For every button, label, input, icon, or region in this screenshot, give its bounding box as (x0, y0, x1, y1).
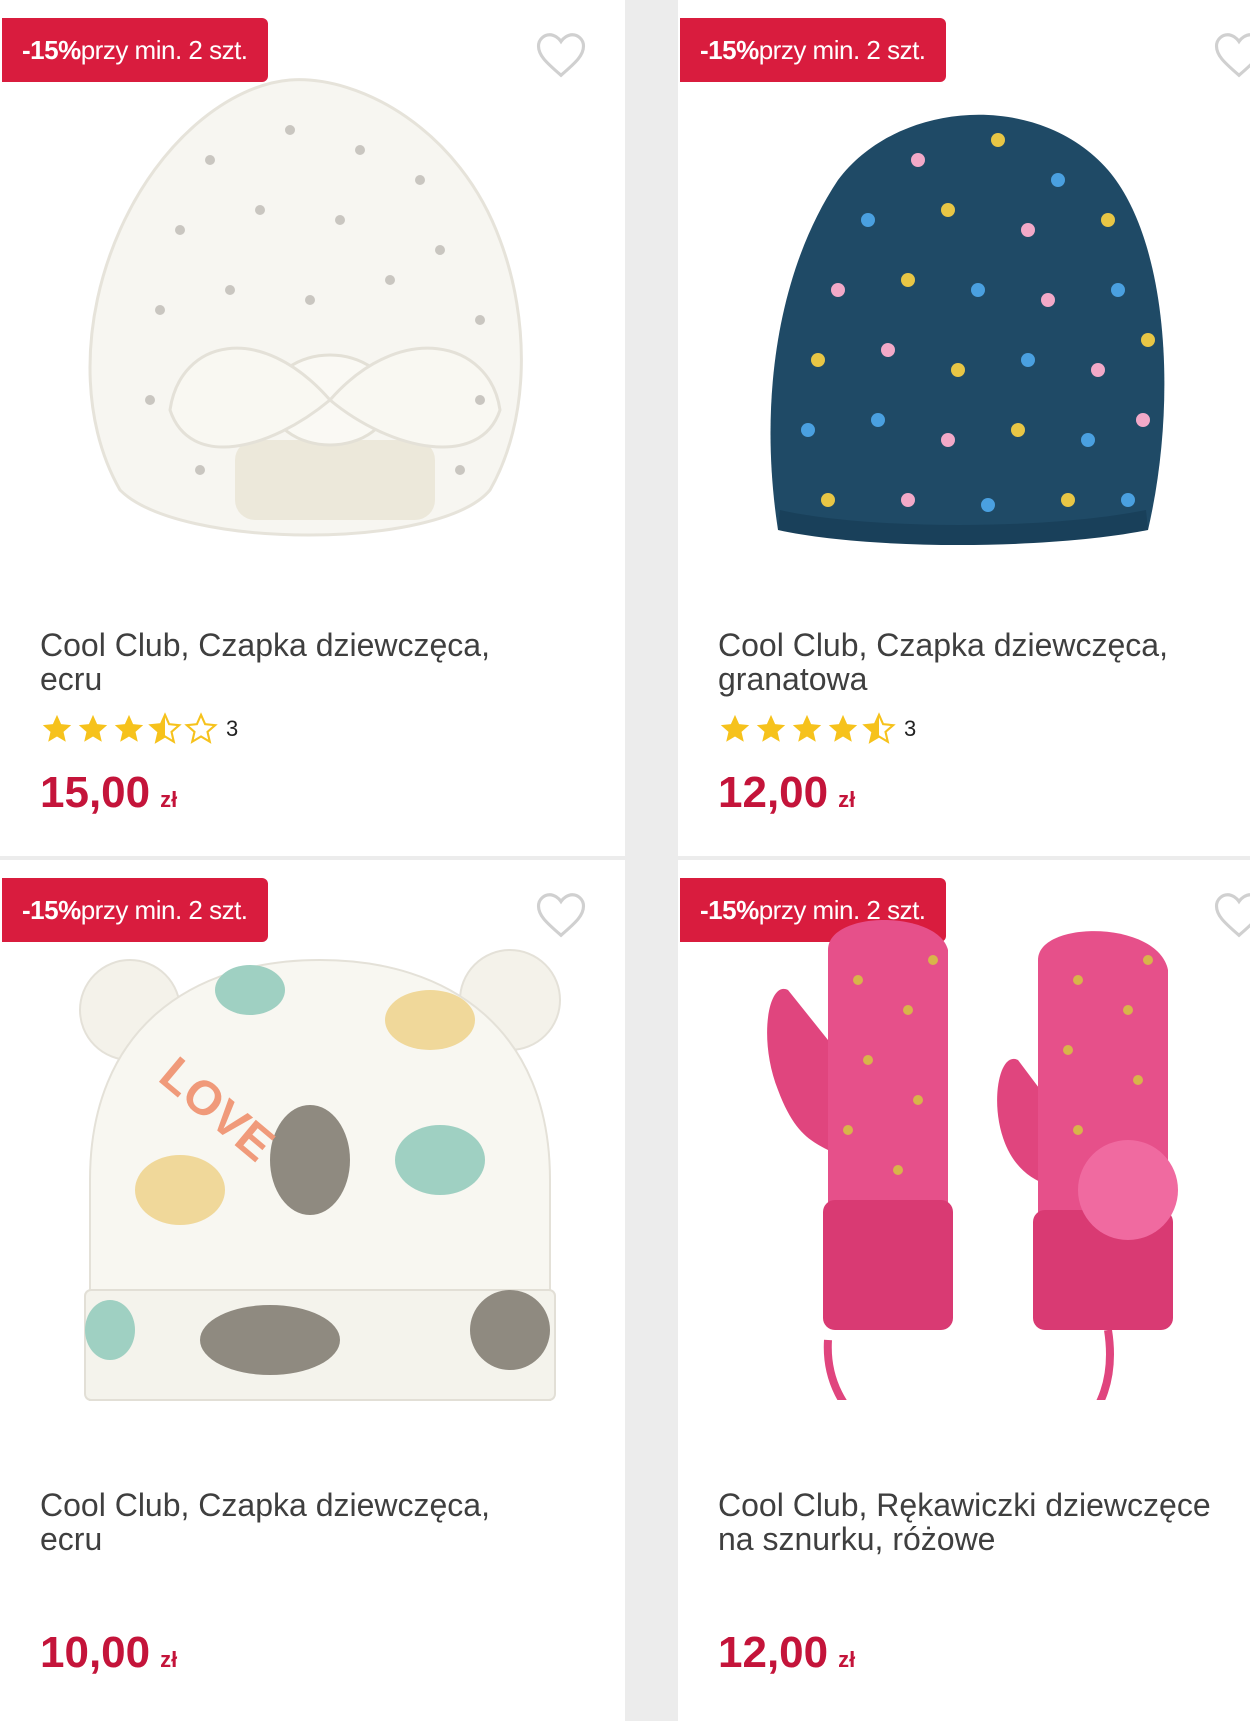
product-title[interactable]: Cool Club, Rękawiczki dziewczęce na sznu… (718, 1488, 1250, 1556)
product-title[interactable]: Cool Club, Czapka dziewczęca, ecru (40, 628, 580, 696)
product-card[interactable]: -15% przy min. 2 szt. Cool Club, Rękawic… (678, 860, 1250, 1721)
price-currency: zł (838, 787, 856, 812)
product-title-line: Cool Club, Czapka dziewczęca, (40, 627, 490, 663)
discount-condition: przy min. 2 szt. (80, 894, 248, 925)
product-image[interactable] (718, 900, 1238, 1400)
discount-percent: -15% (700, 34, 759, 65)
product-title[interactable]: Cool Club, Czapka dziewczęca, ecru (40, 1488, 580, 1556)
price-currency: zł (160, 787, 178, 812)
price: 15,00 zł (40, 768, 177, 818)
price-currency: zł (838, 1647, 856, 1672)
star-half-icon (148, 712, 182, 744)
product-image[interactable] (60, 70, 580, 570)
product-image[interactable] (718, 70, 1238, 570)
price-value: 12,00 (718, 1628, 829, 1677)
product-image[interactable]: LOVE (70, 930, 590, 1430)
product-title-line: Cool Club, Czapka dziewczęca, (40, 1487, 490, 1523)
star-full-icon (114, 714, 144, 742)
product-title-line: ecru (40, 1521, 103, 1557)
rating-count: 3 (904, 716, 917, 741)
product-title-line: Cool Club, Czapka dziewczęca, (718, 627, 1168, 663)
product-card[interactable]: -15% przy min. 2 szt. Cool Club, Czapka … (0, 0, 625, 856)
rating-count: 3 (226, 716, 239, 741)
product-title-line: ecru (40, 661, 103, 697)
price-value: 15,00 (40, 768, 151, 817)
star-full-icon (756, 714, 786, 742)
product-title-line: na sznurku, różowe (718, 1521, 996, 1557)
star-empty-icon (184, 712, 218, 744)
discount-percent: -15% (22, 34, 81, 65)
discount-condition: przy min. 2 szt. (758, 34, 926, 65)
price-value: 12,00 (718, 768, 829, 817)
star-full-icon (78, 714, 108, 742)
star-full-icon (792, 714, 822, 742)
star-full-icon (42, 714, 72, 742)
star-half-icon (862, 712, 896, 744)
price: 12,00 zł (718, 768, 855, 818)
product-card[interactable]: -15% przy min. 2 szt. Cool Club, Czapka … (678, 0, 1250, 856)
price-value: 10,00 (40, 1628, 151, 1677)
price-currency: zł (160, 1647, 178, 1672)
price: 10,00 zł (40, 1628, 177, 1678)
rating: 3 (718, 712, 916, 746)
star-full-icon (828, 714, 858, 742)
price: 12,00 zł (718, 1628, 855, 1678)
product-title-line: Cool Club, Rękawiczki dziewczęce (718, 1487, 1211, 1523)
discount-condition: przy min. 2 szt. (80, 34, 248, 65)
discount-percent: -15% (22, 894, 81, 925)
product-card[interactable]: -15% przy min. 2 szt. LOVE Cool Club, Cz… (0, 860, 625, 1721)
star-full-icon (720, 714, 750, 742)
rating: 3 (40, 712, 238, 746)
product-title-line: granatowa (718, 661, 868, 697)
product-title[interactable]: Cool Club, Czapka dziewczęca, granatowa (718, 628, 1250, 696)
